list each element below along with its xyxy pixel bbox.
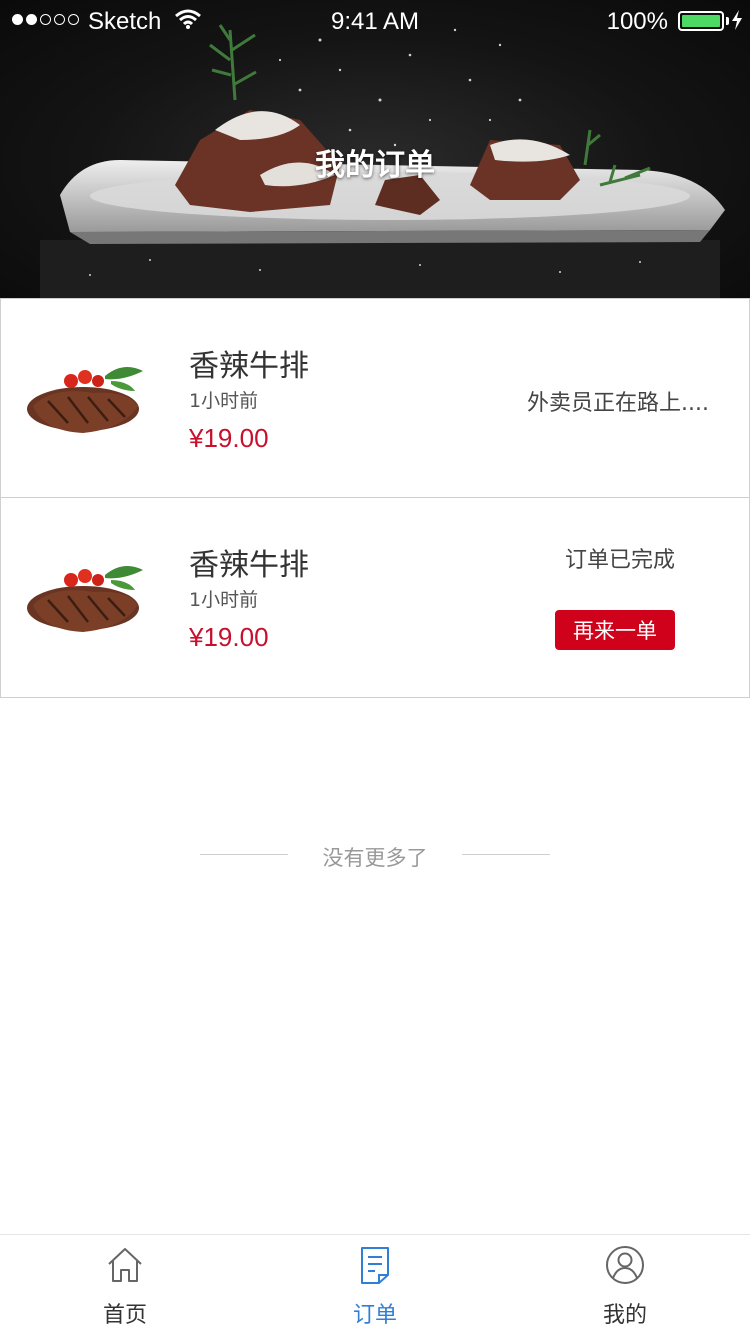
order-time: 1小时前 <box>189 589 259 611</box>
order-icon <box>361 1247 389 1284</box>
order-status: 订单已完成 <box>564 548 675 573</box>
order-price: ¥19.00 <box>189 423 269 453</box>
order-time: 1小时前 <box>189 390 259 412</box>
tab-me[interactable]: 我的 <box>500 1235 750 1334</box>
divider-line-right <box>462 854 550 855</box>
header-banner: Sketch 9:41 AM 100% 我的订单 <box>0 0 750 298</box>
home-icon <box>108 1248 142 1282</box>
battery-tip <box>726 17 729 25</box>
tab-orders[interactable]: 订单 <box>250 1235 500 1334</box>
tab-home[interactable]: 首页 <box>0 1235 250 1334</box>
charging-icon <box>730 9 744 38</box>
page-title: 我的订单 <box>315 148 435 183</box>
tab-orders-label: 订单 <box>352 1303 397 1328</box>
battery-percentage: 100% <box>606 8 668 35</box>
order-card[interactable]: 香辣牛排 1小时前 ¥19.00 外卖员正在路上.... <box>0 298 750 498</box>
profile-icon <box>606 1246 644 1284</box>
steak-thumbnail <box>27 566 143 632</box>
no-more-text: 没有更多了 <box>322 846 428 870</box>
tab-bar: 首页 订单 我的 <box>0 1234 750 1334</box>
order-price: ¥19.00 <box>189 622 269 652</box>
list-end-divider: 没有更多了 <box>200 842 550 870</box>
order-card[interactable]: 香辣牛排 1小时前 ¥19.00 订单已完成 再来一单 <box>0 498 750 698</box>
tab-me-label: 我的 <box>602 1303 647 1328</box>
tab-home-label: 首页 <box>102 1303 147 1328</box>
dish-name: 香辣牛排 <box>189 349 309 384</box>
status-bar: Sketch 9:41 AM 100% <box>0 0 750 40</box>
reorder-button[interactable]: 再来一单 <box>555 610 675 650</box>
battery-icon <box>678 11 724 31</box>
dish-name: 香辣牛排 <box>189 548 309 583</box>
order-status: 外卖员正在路上.... <box>527 391 709 416</box>
steak-thumbnail <box>27 367 143 433</box>
